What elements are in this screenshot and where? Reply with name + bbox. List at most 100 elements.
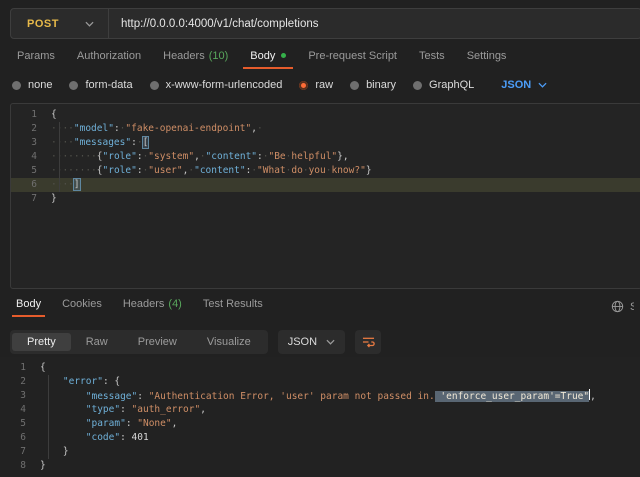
body-mode-x-www-form-urlencoded[interactable]: x-www-form-urlencoded [150,79,283,91]
tab-label: Settings [467,50,507,62]
request-tab-authorization[interactable]: Authorization [70,46,148,69]
view-mode-raw[interactable]: Raw [71,333,123,351]
code-content: ····"model":·"fake-openai-endpoint",· [51,122,263,136]
request-body-editor[interactable]: 1{2····"model":·"fake-openai-endpoint",·… [10,103,640,289]
response-format-selector[interactable]: JSON [278,330,345,354]
code-content: { [40,361,46,375]
code-content: "type": "auth_error", [40,403,206,417]
code-line: 3 "message": "Authentication Error, 'use… [0,389,640,403]
tab-label: Body [250,50,275,62]
view-mode-visualize[interactable]: Visualize [192,333,266,351]
line-number: 5 [11,164,37,178]
body-mode-label: form-data [85,79,132,91]
line-number: 7 [0,445,26,459]
method-selector[interactable]: POST [11,9,108,38]
response-tabs: Body Cookies Headers(4) Test Results [12,294,280,317]
radio-icon [69,81,78,90]
radio-icon [350,81,359,90]
response-tab-body[interactable]: Body [12,294,45,317]
tab-label: Tests [419,50,445,62]
tab-label: Body [16,298,41,310]
indent-guide [59,122,60,192]
body-mode-label: raw [315,79,333,91]
line-number: 6 [0,431,26,445]
line-number: 5 [0,417,26,431]
method-label: POST [27,18,59,30]
tab-count-badge: (4) [168,298,181,310]
code-line: 3 ····"messages":·[ [11,136,640,150]
request-tab-headers[interactable]: Headers (10) [156,46,235,69]
unsaved-dot-indicator [281,53,286,58]
response-toolbar: PrettyRawPreviewVisualize JSON [10,330,381,354]
line-number: 4 [11,150,37,164]
body-mode-form-data[interactable]: form-data [69,79,132,91]
code-line: 5 "param": "None", [0,417,640,431]
code-content: ········{"role":·"system",·"content":·"B… [51,150,349,164]
tab-label: Params [17,50,55,62]
line-number: 7 [11,192,37,206]
view-mode-preview[interactable]: Preview [123,333,192,351]
request-tab-tests[interactable]: Tests [412,46,452,69]
request-tab-params[interactable]: Params [10,46,62,69]
request-tab-settings[interactable]: Settings [460,46,514,69]
response-body-editor[interactable]: 1{2 "error": {3 "message": "Authenticati… [0,357,640,477]
response-header: Body Cookies Headers(4) Test Results S [0,294,640,324]
code-content: } [51,192,57,206]
code-line: 6····] [11,178,640,192]
request-tab-pre-request-script[interactable]: Pre-request Script [301,46,404,69]
line-number: 3 [11,136,37,150]
response-tab-cookies[interactable]: Cookies [58,294,106,317]
view-mode-pretty[interactable]: Pretty [12,333,71,351]
code-line: 8} [0,459,640,473]
code-content: ····"messages":·[ [51,136,148,150]
tab-label: Headers [123,298,165,310]
raw-language-selector[interactable]: JSON [501,79,547,91]
code-content: } [40,459,46,473]
body-mode-graphql[interactable]: GraphQL [413,79,474,91]
code-line: 2····"model":·"fake-openai-endpoint",· [11,122,640,136]
code-line: 5 ········{"role":·"user",·"content":·"Wh… [11,164,640,178]
chevron-down-icon [326,339,335,345]
tab-count-badge: (10) [209,50,229,62]
request-url-bar: POST http://0.0.0.0:4000/v1/chat/complet… [10,8,640,39]
tab-label: Cookies [62,298,102,310]
request-tabs: Params Authorization Headers (10) Body Pre-re… [10,46,521,69]
indent-guide [48,375,49,459]
body-mode-binary[interactable]: binary [350,79,396,91]
wrap-text-button[interactable] [355,330,381,354]
clipped-status-text: S [630,301,634,313]
request-tab-body[interactable]: Body [243,46,293,69]
code-line: 1{ [11,108,640,122]
tab-label: Test Results [203,298,263,310]
code-content: ········{"role":·"user",·"content":·"Wha… [51,164,372,178]
response-format-label: JSON [288,336,317,348]
code-line: 2 "error": { [0,375,640,389]
code-content: "param": "None", [40,417,177,431]
body-mode-label: binary [366,79,396,91]
url-input[interactable]: http://0.0.0.0:4000/v1/chat/completions [109,18,319,30]
radio-icon [150,81,159,90]
tab-label: Headers [163,50,205,62]
globe-icon[interactable] [611,300,624,313]
body-mode-none[interactable]: none [12,79,52,91]
body-mode-label: none [28,79,52,91]
body-mode-label: GraphQL [429,79,474,91]
body-mode-row: none form-data x-www-form-urlencoded raw bin… [12,74,547,96]
wrap-text-icon [362,336,375,348]
body-mode-raw[interactable]: raw [299,79,333,91]
code-line: 4 "type": "auth_error", [0,403,640,417]
code-line: 6 "code": 401 [0,431,640,445]
line-number: 1 [0,361,26,375]
line-number: 2 [0,375,26,389]
tab-label: Authorization [77,50,141,62]
response-tab-headers[interactable]: Headers(4) [119,294,186,317]
code-line: 4 ········{"role":·"system",·"content":·"… [11,150,640,164]
code-content: "error": { [40,375,120,389]
code-line: 7} [11,192,640,206]
response-tab-test-results[interactable]: Test Results [199,294,267,317]
line-number: 1 [11,108,37,122]
line-number: 8 [0,459,26,473]
code-line: 7 } [0,445,640,459]
code-line: 1{ [0,361,640,375]
body-mode-label: x-www-form-urlencoded [166,79,283,91]
